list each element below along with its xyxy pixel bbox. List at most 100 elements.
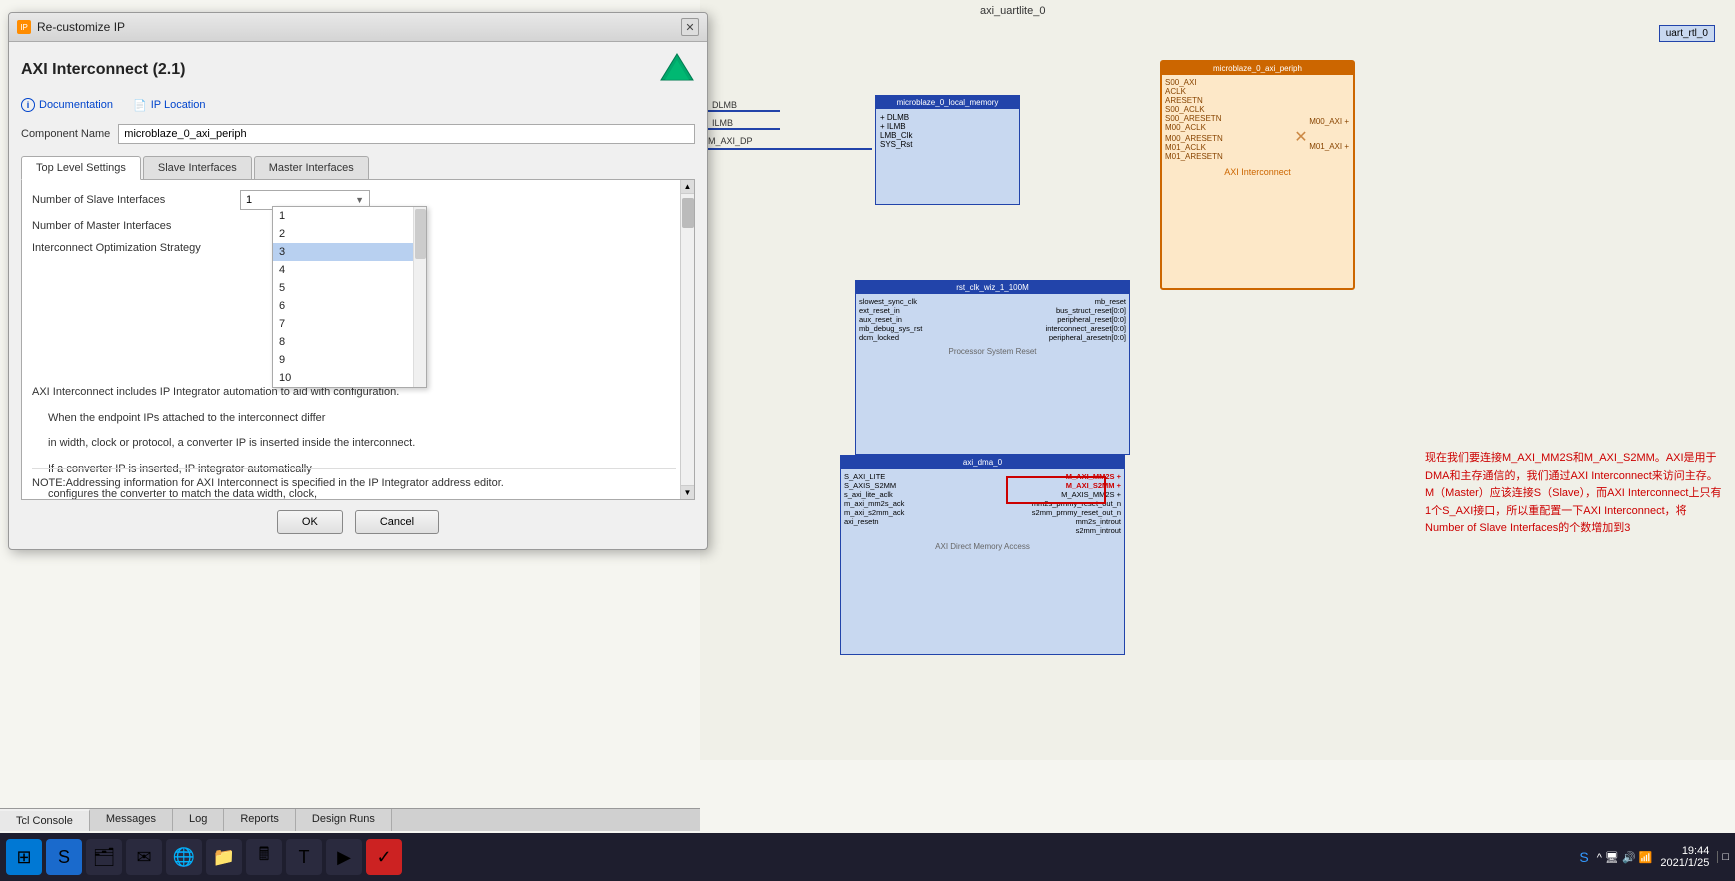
dropdown-item-2[interactable]: 2 (273, 225, 426, 243)
taskbar-icon-3[interactable]: ✉ (126, 839, 162, 875)
scroll-thumb (682, 198, 694, 228)
file-icon: 📄 (133, 99, 147, 112)
slave-interfaces-value: 1 (246, 194, 252, 206)
ext-reset-port: ext_reset_in (859, 306, 922, 315)
dropdown-item-3[interactable]: 3 (273, 243, 426, 261)
scroll-up-btn[interactable]: ▲ (681, 180, 694, 194)
dcm-port: dcm_locked (859, 333, 922, 342)
messages-tab[interactable]: Messages (90, 809, 173, 831)
taskbar-icon-7[interactable]: T (286, 839, 322, 875)
recustomize-dialog: IP Re-customize IP ✕ AXI Interconnect (2… (8, 12, 708, 550)
taskbar-icon-5[interactable]: 📁 (206, 839, 242, 875)
design-runs-tab[interactable]: Design Runs (296, 809, 392, 831)
maxi-dp-label: M_AXI_DP (708, 136, 753, 146)
taskbar-icon-8[interactable]: ▶ (326, 839, 362, 875)
rst-clk-title: rst_clk_wiz_1_100M (856, 281, 1129, 294)
slowest-port: slowest_sync_clk (859, 297, 922, 306)
current-date: 2021/1/25 (1660, 857, 1709, 869)
dropdown-item-8[interactable]: 8 (273, 333, 426, 351)
dropdown-list[interactable]: 1 2 3 4 5 6 7 8 9 10 (272, 206, 427, 388)
taskbar-icon-2[interactable]: 🗂 (86, 839, 122, 875)
documentation-label: Documentation (39, 99, 113, 111)
m-axi-mm2s-ack-port: m_axi_mm2s_ack (844, 499, 904, 508)
reports-tab[interactable]: Reports (224, 809, 296, 831)
dialog-title: Re-customize IP (37, 20, 125, 34)
peripheral-reset-port: peripheral_reset[0:0] (1046, 315, 1126, 324)
uart-block: uart_rtl_0 (1659, 25, 1715, 42)
taskbar-icon-1[interactable]: S (46, 839, 82, 875)
aclk-port: ACLK (1165, 87, 1350, 96)
annotation-box: 现在我们要连接M_AXI_MM2S和M_AXI_S2MM。AXI是用于DMA和主… (1425, 450, 1725, 538)
axi-interconnect-label: AXI Interconnect (1162, 166, 1353, 178)
axi-interconnect-periph-title: microblaze_0_axi_periph (1162, 62, 1353, 75)
current-time: 19:44 (1660, 845, 1709, 857)
dropdown-arrow-1: ▼ (355, 195, 364, 205)
tabs-row: Top Level Settings Slave Interfaces Mast… (21, 156, 695, 180)
s-axi-lite-aclk-port: s_axi_lite_aclk (844, 490, 904, 499)
taskbar-icons-sys: ^ 🖥 🔊 📶 (1597, 851, 1653, 864)
mb-reset-port: mb_reset (1046, 297, 1126, 306)
dialog-titlebar: IP Re-customize IP ✕ (9, 13, 707, 42)
tcl-console-tab[interactable]: Tcl Console (0, 809, 90, 831)
dropdown-item-9[interactable]: 9 (273, 351, 426, 369)
log-tab[interactable]: Log (173, 809, 224, 831)
axi-dma-title: axi_dma_0 (841, 456, 1124, 469)
s-axi-lite-port: S_AXI_LITE (844, 472, 904, 481)
show-desktop-btn[interactable]: □ (1717, 851, 1729, 863)
rst-clk-block: rst_clk_wiz_1_100M slowest_sync_clk ext_… (855, 280, 1130, 455)
documentation-link[interactable]: i Documentation (21, 98, 113, 112)
s2mm-introut-port: s2mm_introut (1032, 526, 1121, 535)
ip-location-link[interactable]: 📄 IP Location (133, 99, 206, 112)
taskbar-sougou: S (1579, 849, 1588, 865)
block-diagram: axi_uartlite_0 DLMB ILMB M_AXI_DP microb… (700, 0, 1735, 760)
local-memory-block: microblaze_0_local_memory + DLMB + ILMB … (875, 95, 1020, 205)
crossbar-icon: ✕ (1289, 117, 1313, 157)
m00-axi-right: M00_AXI + (1309, 117, 1349, 126)
dropdown-item-4[interactable]: 4 (273, 261, 426, 279)
annotation-text: 现在我们要连接M_AXI_MM2S和M_AXI_S2MM。AXI是用于DMA和主… (1425, 450, 1725, 538)
ilmb-label: ILMB (712, 118, 733, 128)
red-highlight-box (1006, 476, 1106, 504)
taskbar: ⊞ S 🗂 ✉ 🌐 📁 🖩 T ▶ ✓ S ^ 🖥 🔊 📶 19:44 2021… (0, 833, 1735, 881)
component-name-label: Component Name (21, 128, 110, 140)
tab-slave-interfaces[interactable]: Slave Interfaces (143, 156, 252, 179)
tab-content: ▲ ▼ Number of Slave Interfaces 1 ▼ Numbe… (21, 180, 695, 500)
dialog-footer: OK Cancel (21, 500, 695, 539)
windows-button[interactable]: ⊞ (6, 839, 42, 875)
ip-location-label: IP Location (151, 99, 206, 111)
ok-button[interactable]: OK (277, 510, 343, 534)
dropdown-item-10[interactable]: 10 (273, 369, 426, 387)
lmb-ck-port: LMB_Clk (880, 131, 1015, 140)
ilmb-port: + ILMB (880, 122, 1015, 131)
axi-dma-block: axi_dma_0 S_AXI_LITE S_AXIS_S2MM s_axi_l… (840, 455, 1125, 655)
dialog-body: AXI Interconnect (2.1) i Documentation 📄… (9, 42, 707, 549)
s-axis-s2mm-port: S_AXIS_S2MM (844, 481, 904, 490)
dropdown-item-1[interactable]: 1 (273, 207, 426, 225)
time-block: 19:44 2021/1/25 (1660, 845, 1709, 869)
tab-scrollbar[interactable]: ▲ ▼ (680, 180, 694, 499)
bottom-tabs: Tcl Console Messages Log Reports Design … (0, 808, 700, 831)
dropdown-item-7[interactable]: 7 (273, 315, 426, 333)
sys-rst-port: SYS_Rst (880, 140, 1015, 149)
mb-debug-port: mb_debug_sys_rst (859, 324, 922, 333)
product-title: AXI Interconnect (2.1) (21, 61, 185, 79)
cancel-button[interactable]: Cancel (355, 510, 439, 534)
component-name-input[interactable] (118, 124, 695, 144)
taskbar-icon-6[interactable]: 🖩 (246, 839, 282, 875)
dialog-icon: IP (17, 20, 31, 34)
dropdown-item-5[interactable]: 5 (273, 279, 426, 297)
close-button[interactable]: ✕ (681, 18, 699, 36)
scroll-down-btn[interactable]: ▼ (681, 485, 694, 499)
processor-system-reset-label: Processor System Reset (856, 347, 1129, 356)
wire-ilmb (700, 128, 780, 130)
tab-master-interfaces[interactable]: Master Interfaces (254, 156, 369, 179)
dropdown-item-6[interactable]: 6 (273, 297, 426, 315)
taskbar-icon-4[interactable]: 🌐 (166, 839, 202, 875)
peripheral-aresetn-port: peripheral_aresetn[0:0] (1046, 333, 1126, 342)
aux-reset-port: aux_reset_in (859, 315, 922, 324)
diagram-top-label: axi_uartlite_0 (980, 5, 1045, 17)
taskbar-icon-9[interactable]: ✓ (366, 839, 402, 875)
dropdown-scrollbar[interactable] (413, 207, 426, 387)
tab-top-level[interactable]: Top Level Settings (21, 156, 141, 180)
dlmb-label: DLMB (712, 100, 737, 110)
